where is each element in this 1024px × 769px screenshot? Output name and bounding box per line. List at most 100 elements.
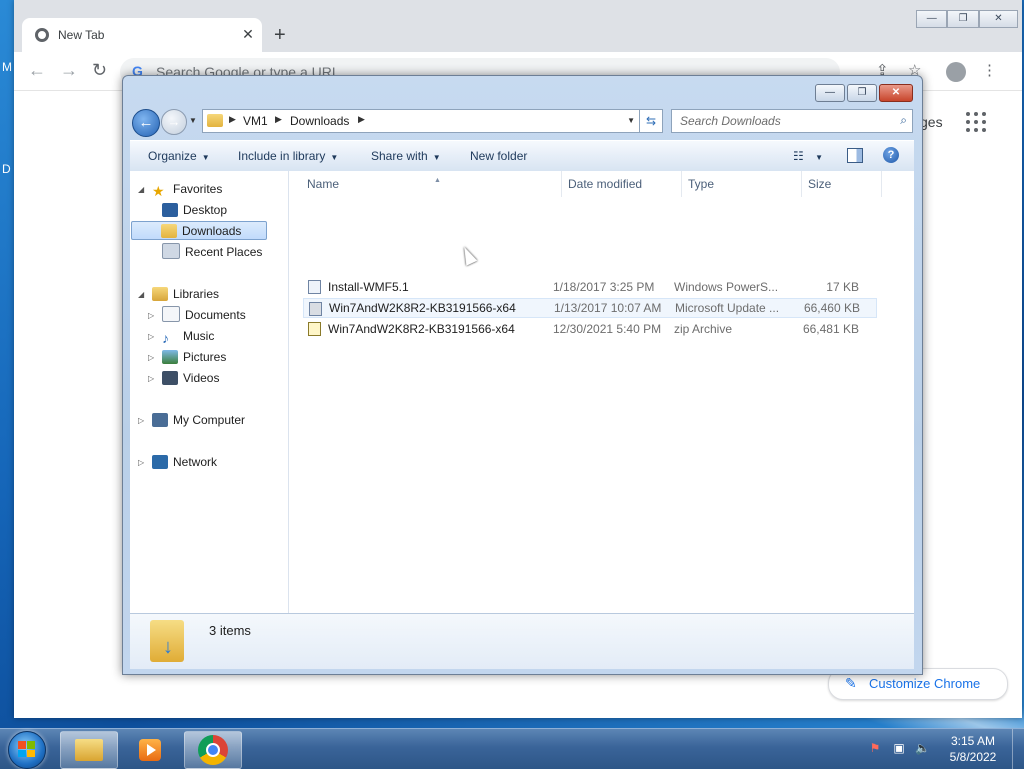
videos-icon	[162, 371, 178, 385]
expand-arrow-icon[interactable]: ▷	[148, 327, 154, 346]
nav-videos[interactable]: ▷ Videos	[148, 369, 219, 388]
minimize-button[interactable]: —	[815, 84, 845, 102]
nav-downloads[interactable]: Downloads	[131, 221, 267, 240]
taskbar-explorer-button[interactable]	[60, 731, 118, 769]
nav-desktop[interactable]: Desktop	[162, 201, 227, 220]
recent-pages-dropdown-icon[interactable]: ▼	[189, 116, 197, 125]
taskbar: ⚑ ▣ 🔈 3:15 AM 5/8/2022	[0, 728, 1024, 769]
file-size: 17 KB	[826, 280, 859, 294]
libraries-icon	[152, 287, 168, 301]
customize-chrome-label: Customize Chrome	[869, 676, 981, 691]
file-row[interactable]: Win7AndW2K8R2-KB3191566-x64 12/30/2021 5…	[303, 319, 877, 339]
nav-my-computer[interactable]: ▷ My Computer	[138, 411, 245, 430]
breadcrumb-vm1[interactable]: VM1	[243, 114, 268, 128]
reload-icon[interactable]: ↻	[92, 60, 107, 81]
system-clock[interactable]: 3:15 AM 5/8/2022	[940, 733, 1006, 765]
star-icon: ★	[152, 183, 165, 199]
taskbar-chrome-button[interactable]	[184, 731, 242, 769]
nav-pictures[interactable]: ▷ Pictures	[148, 348, 226, 367]
expand-arrow-icon[interactable]: ▷	[138, 453, 144, 472]
clock-time: 3:15 AM	[950, 734, 996, 748]
chevron-right-icon[interactable]: ▶	[229, 114, 236, 125]
new-folder-button[interactable]: New folder	[470, 149, 527, 163]
minimize-button[interactable]: —	[916, 10, 948, 28]
expand-arrow-icon[interactable]: ▷	[138, 411, 144, 430]
media-player-icon	[139, 739, 161, 761]
file-date: 1/18/2017 3:25 PM	[553, 280, 655, 294]
file-type: zip Archive	[674, 322, 733, 336]
file-row[interactable]: Install-WMF5.1 1/18/2017 3:25 PM Windows…	[303, 277, 877, 297]
close-tab-icon[interactable]: ✕	[240, 26, 256, 43]
expand-arrow-icon[interactable]: ◢	[138, 285, 144, 304]
file-type: Windows PowerS...	[674, 280, 779, 294]
column-header-size[interactable]: Size	[802, 171, 882, 197]
nav-documents[interactable]: ▷ Documents	[148, 306, 246, 325]
file-name: Win7AndW2K8R2-KB3191566-x64	[328, 322, 515, 336]
close-button[interactable]: ✕	[879, 84, 913, 102]
address-bar[interactable]: ▶ VM1 ▶ Downloads ▶ ▼	[202, 109, 640, 133]
menu-kebab-icon[interactable]: ⋮	[982, 61, 997, 79]
images-link[interactable]: ges	[920, 114, 943, 130]
documents-icon	[162, 306, 180, 322]
expand-arrow-icon[interactable]: ▷	[148, 348, 154, 367]
taskbar-media-player-button[interactable]	[122, 731, 180, 769]
search-placeholder: Search Downloads	[680, 114, 781, 128]
command-bar: Organize ▼ Include in library ▼ Share with…	[130, 140, 914, 172]
column-header-type[interactable]: Type	[682, 171, 802, 197]
column-header-date-modified[interactable]: Date modified	[562, 171, 682, 197]
share-with-button[interactable]: Share with ▼	[371, 149, 441, 163]
expand-arrow-icon[interactable]: ▷	[148, 369, 154, 388]
zip-archive-icon	[308, 322, 321, 336]
music-note-icon: ♪	[162, 330, 169, 346]
file-type: Microsoft Update ...	[675, 301, 780, 315]
refresh-icon[interactable]: ⇆	[640, 109, 663, 133]
search-input[interactable]: Search Downloads ⌕	[671, 109, 913, 133]
file-row[interactable]: Win7AndW2K8R2-KB3191566-x64 1/13/2017 10…	[303, 298, 877, 318]
forward-button[interactable]: →	[161, 109, 187, 135]
column-header-name[interactable]: Name ▲	[301, 171, 562, 197]
action-center-flag-icon[interactable]: ⚑	[868, 741, 882, 755]
organize-button[interactable]: Organize ▼	[148, 149, 210, 163]
nav-music[interactable]: ▷ ♪ Music	[148, 327, 214, 346]
folder-icon	[75, 739, 103, 761]
chrome-icon	[198, 735, 228, 765]
network-status-icon[interactable]: ▣	[892, 741, 906, 755]
expand-arrow-icon[interactable]: ▷	[148, 306, 154, 325]
profile-avatar-icon[interactable]	[946, 62, 966, 82]
explorer-window: — ❐ ✕ ← → ▼ ▶ VM1 ▶ Downloads ▶ ▼ ⇆ Sear…	[122, 75, 923, 675]
new-tab-button[interactable]: +	[274, 24, 286, 46]
computer-icon	[152, 413, 168, 427]
change-view-icon[interactable]: ☷ ▼	[793, 149, 823, 163]
powershell-script-icon	[308, 280, 321, 294]
back-button[interactable]: ←	[132, 109, 160, 137]
maximize-button[interactable]: ❐	[947, 10, 979, 28]
help-icon[interactable]: ?	[883, 147, 899, 163]
file-date: 12/30/2021 5:40 PM	[553, 322, 662, 336]
close-button[interactable]: ✕	[978, 10, 1018, 28]
forward-arrow-icon[interactable]: →	[60, 60, 78, 81]
tab-new-tab[interactable]: New Tab ✕	[22, 18, 262, 52]
nav-recent-places[interactable]: Recent Places	[162, 243, 262, 262]
expand-arrow-icon[interactable]: ◢	[138, 180, 144, 199]
volume-icon[interactable]: 🔈	[915, 741, 930, 755]
item-count: 3 items	[209, 623, 251, 638]
chevron-right-icon[interactable]: ▶	[358, 114, 365, 125]
file-size: 66,481 KB	[802, 322, 859, 336]
chrome-tab-icon	[35, 28, 49, 42]
nav-favorites[interactable]: ◢ ★ Favorites	[138, 180, 222, 199]
include-in-library-button[interactable]: Include in library ▼	[238, 149, 338, 163]
chrome-tab-strip: New Tab ✕ + — ❐ ✕	[14, 0, 1022, 52]
search-icon[interactable]: ⌕	[900, 113, 907, 128]
preview-pane-icon[interactable]	[847, 148, 863, 163]
chevron-right-icon[interactable]: ▶	[275, 114, 282, 125]
breadcrumb-downloads[interactable]: Downloads	[290, 114, 349, 128]
nav-libraries[interactable]: ◢ Libraries	[138, 285, 219, 304]
nav-network[interactable]: ▷ Network	[138, 453, 217, 472]
show-desktop-button[interactable]	[1012, 729, 1024, 769]
google-apps-icon[interactable]	[966, 112, 986, 132]
address-history-dropdown-icon[interactable]: ▼	[627, 116, 635, 125]
back-arrow-icon[interactable]: ←	[28, 60, 46, 81]
maximize-button[interactable]: ❐	[847, 84, 877, 102]
clock-date: 5/8/2022	[949, 750, 997, 764]
chrome-window-controls: — ❐ ✕	[916, 10, 1018, 28]
